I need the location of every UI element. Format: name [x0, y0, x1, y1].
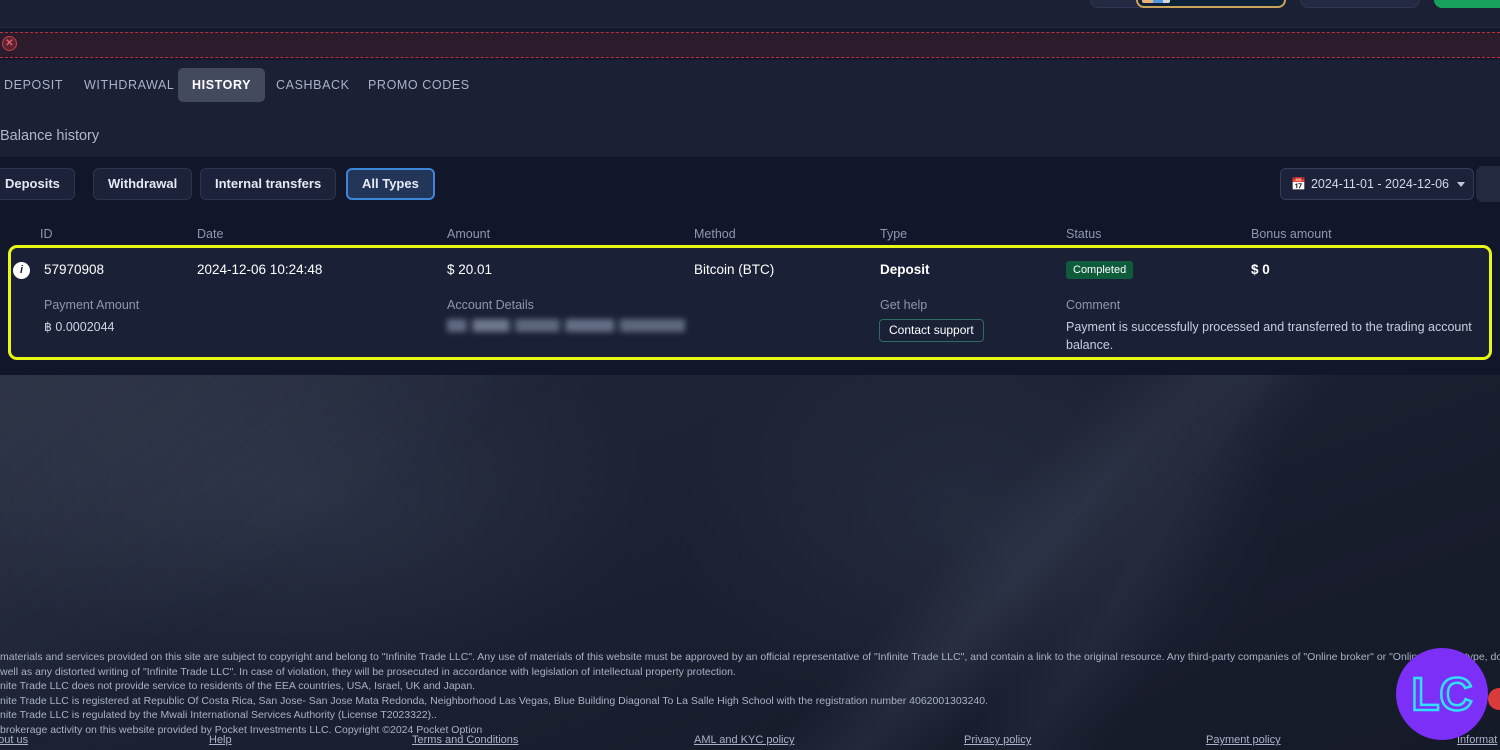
footer-link-privacy[interactable]: Privacy policy — [964, 734, 1031, 746]
legal-line-4: nite Trade LLC is registered at Republic… — [0, 694, 988, 707]
footer-link-information[interactable]: Informat — [1457, 734, 1497, 746]
column-header-method: Method — [694, 227, 736, 241]
tab-withdrawal[interactable]: WITHDRAWAL — [70, 68, 189, 102]
payment-amount-value: ฿ 0.0002044 — [44, 320, 115, 334]
contact-support-button[interactable]: Contact support — [879, 319, 984, 342]
calendar-icon: 📅 — [1290, 177, 1306, 191]
footer-link-help[interactable]: Help — [209, 734, 232, 746]
column-header-date: Date — [197, 227, 224, 241]
chevron-down-icon — [1457, 182, 1465, 187]
filter-internal-transfers[interactable]: Internal transfers — [200, 168, 337, 200]
cell-id: 57970908 — [44, 262, 105, 277]
chat-widget-button[interactable]: LC — [1396, 648, 1488, 740]
page-root: ✕ DEPOSIT WITHDRAWAL HISTORY CASHBACK PR… — [0, 0, 1500, 750]
column-header-status: Status — [1066, 227, 1102, 241]
filter-all-types[interactable]: All Types — [346, 168, 435, 200]
alert-banner — [0, 32, 1500, 58]
get-help-label: Get help — [880, 298, 928, 312]
column-header-type: Type — [880, 227, 908, 241]
column-header-bonus: Bonus amount — [1251, 227, 1332, 241]
nav-tabs: DEPOSIT WITHDRAWAL HISTORY CASHBACK PROM… — [0, 60, 1500, 110]
header-deposit-button[interactable] — [1434, 0, 1500, 8]
date-range-picker[interactable]: 📅 2024-11-01 - 2024-12-06 — [1279, 168, 1474, 200]
page-title: Balance history — [0, 128, 100, 144]
cell-method: Bitcoin (BTC) — [694, 262, 775, 277]
filter-withdrawal[interactable]: Withdrawal — [93, 168, 193, 200]
top-header-strip — [0, 0, 1500, 28]
info-icon[interactable]: i — [13, 262, 30, 279]
tab-promo-codes[interactable]: PROMO CODES — [354, 68, 484, 102]
footer-link-terms[interactable]: Terms and Conditions — [412, 734, 518, 746]
account-details-redacted-value — [447, 319, 685, 332]
tab-history[interactable]: HISTORY — [178, 68, 266, 102]
footer-link-aml-kyc[interactable]: AML and KYC policy — [694, 734, 794, 746]
column-header-amount: Amount — [447, 227, 491, 241]
filter-deposits[interactable]: Deposits — [0, 168, 75, 200]
header-chip-3[interactable] — [1300, 0, 1420, 8]
cell-amount: $ 20.01 — [447, 262, 493, 277]
comment-label: Comment — [1066, 298, 1121, 312]
cell-date: 2024-12-06 10:24:48 — [197, 262, 323, 277]
chat-logo-icon: LC — [1410, 667, 1474, 722]
cell-bonus-amount: $ 0 — [1251, 262, 1270, 277]
tab-cashback[interactable]: CASHBACK — [262, 68, 364, 102]
title-bar — [0, 110, 1500, 157]
comment-value: Payment is successfully processed and tr… — [1066, 320, 1472, 352]
footer-links: bout us Help Terms and Conditions AML an… — [0, 734, 1500, 750]
footer-link-payment[interactable]: Payment policy — [1206, 734, 1281, 746]
status-badge: Completed — [1066, 261, 1134, 279]
filter-edge-chip[interactable] — [1476, 166, 1500, 202]
header-promo-chip[interactable] — [1136, 0, 1286, 8]
legal-line-2: well as any distorted writing of "Infini… — [0, 665, 736, 678]
account-details-label: Account Details — [447, 298, 534, 312]
cell-type: Deposit — [880, 262, 930, 277]
legal-line-5: nite Trade LLC is regulated by the Mwali… — [0, 709, 437, 722]
column-header-id: ID — [40, 227, 53, 241]
footer-legal-text: materials and services provided on this … — [0, 650, 1500, 738]
close-icon[interactable]: ✕ — [2, 36, 17, 51]
footer-link-about-us[interactable]: bout us — [0, 734, 28, 746]
legal-line-3: nite Trade LLC does not provide service … — [0, 680, 476, 693]
legal-line-1: materials and services provided on this … — [0, 651, 1500, 663]
date-range-value: 2024-11-01 - 2024-12-06 — [1310, 177, 1449, 191]
payment-amount-label: Payment Amount — [44, 298, 140, 312]
tab-deposit[interactable]: DEPOSIT — [0, 68, 77, 102]
